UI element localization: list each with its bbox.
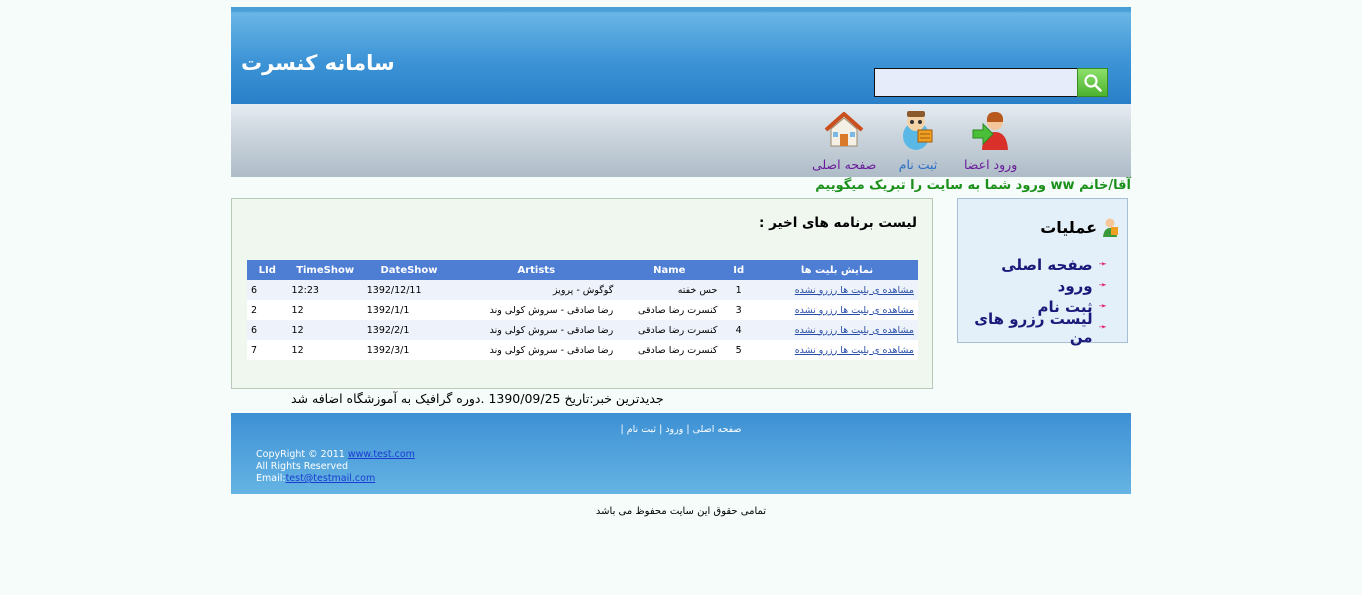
- col-header-id: Id: [721, 260, 757, 280]
- copyright-text: CopyRight © 2011: [256, 449, 345, 460]
- main-nav: ورود اعضا ثبت نام صفحه اصلی: [231, 104, 1131, 177]
- cell-date: 1392/12/11: [362, 280, 456, 300]
- copyright-site-link[interactable]: www.test.com: [348, 449, 415, 460]
- nav-member-login[interactable]: ورود اعضا: [964, 108, 1017, 172]
- view-unreserved-tickets-link[interactable]: مشاهده ی بلیت ها رزرو نشده: [795, 345, 914, 356]
- footer-link-login[interactable]: ورود: [665, 424, 683, 435]
- col-header-lid: LId: [247, 260, 288, 280]
- footer-links: صفحه اصلی | ورود | ثبت نام |: [231, 424, 1131, 435]
- cell-id: 4: [721, 320, 757, 340]
- email-line: Email:test@testmail.com: [256, 473, 415, 485]
- register-icon: [903, 111, 933, 150]
- cell-id: 5: [721, 340, 757, 360]
- page-container: سامانه کنسرت ورود اعضا ثبت نام صفحه اصلی…: [231, 7, 1131, 494]
- cell-name: حس خفته: [617, 280, 722, 300]
- operation-login-label: ورود: [1057, 276, 1093, 295]
- email-label: Email:: [256, 473, 286, 484]
- cell-artists: رضا صادقی - سروش کولی وند: [455, 300, 618, 320]
- latest-news: جدیدترین خبر:تاریخ 1390/09/25 .دوره گراف…: [291, 391, 664, 406]
- footer-separator: |: [683, 424, 690, 435]
- cell-artists: رضا صادقی - سروش کولی وند: [455, 340, 618, 360]
- nav-home[interactable]: صفحه اصلی: [812, 108, 876, 172]
- operation-my-reservations-label: لیست رزرو های من: [974, 309, 1093, 346]
- view-unreserved-tickets-link[interactable]: مشاهده ی بلیت ها رزرو نشده: [795, 325, 914, 336]
- cell-date: 1392/3/1: [362, 340, 456, 360]
- footer-link-home[interactable]: صفحه اصلی: [693, 424, 742, 435]
- nav-home-label: صفحه اصلی: [812, 157, 877, 172]
- operation-login[interactable]: ➛ ورود: [958, 275, 1107, 296]
- bullet-icon: ➛: [1098, 301, 1107, 312]
- cell-artists: گوگوش - پرویز: [455, 280, 618, 300]
- email-link[interactable]: test@testmail.com: [286, 473, 376, 484]
- cell-lid: 7: [247, 340, 288, 360]
- footer-separator: |: [656, 424, 663, 435]
- copyright-line: CopyRight © 2011 www.test.com: [256, 449, 415, 461]
- cell-time: 12: [287, 300, 363, 320]
- cell-lid: 2: [247, 300, 288, 320]
- cell-ticket-link[interactable]: مشاهده ی بلیت ها رزرو نشده: [756, 320, 918, 340]
- view-unreserved-tickets-link[interactable]: مشاهده ی بلیت ها رزرو نشده: [795, 305, 914, 316]
- copyright-block: CopyRight © 2011 www.test.com All Rights…: [256, 449, 415, 485]
- bullet-icon: ➛: [1098, 322, 1107, 333]
- operation-my-reservations[interactable]: ➛ لیست رزرو های من: [958, 310, 1107, 346]
- cell-id: 3: [721, 300, 757, 320]
- rights-reserved: All Rights Reserved: [256, 461, 348, 472]
- cell-date: 1392/2/1: [362, 320, 456, 340]
- table-header-row: نمایش بلیت ها Id Name Artists DateShow T…: [247, 260, 918, 280]
- home-icon: [824, 112, 864, 147]
- operations-title-text: عملیات: [1040, 217, 1097, 237]
- site-rights-notice: تمامی حقوق این سایت محفوظ می باشد: [595, 506, 767, 517]
- cell-ticket-link[interactable]: مشاهده ی بلیت ها رزرو نشده: [756, 340, 918, 360]
- view-unreserved-tickets-link[interactable]: مشاهده ی بلیت ها رزرو نشده: [795, 285, 914, 296]
- recent-programs-title: لیست برنامه های اخیر :: [758, 215, 917, 231]
- bullet-icon: ➛: [1098, 280, 1107, 291]
- search-button[interactable]: [1077, 68, 1108, 97]
- operations-panel: عملیات ➛ صفحه اصلی ➛ ورود ➛ ثبت نام ➛ لیست ر…: [957, 198, 1128, 346]
- table-row: مشاهده ی بلیت ها رزرو نشده 1 حس خفته گوگ…: [247, 280, 918, 300]
- cell-ticket-link[interactable]: مشاهده ی بلیت ها رزرو نشده: [756, 300, 918, 320]
- cell-time: 12: [287, 340, 363, 360]
- programs-table: نمایش بلیت ها Id Name Artists DateShow T…: [247, 260, 918, 360]
- cell-time: 12: [287, 320, 363, 340]
- site-title: سامانه کنسرت: [241, 51, 395, 75]
- bullet-icon: ➛: [1098, 259, 1107, 270]
- cell-name: کنسرت رضا صادقی: [617, 320, 722, 340]
- cell-date: 1392/1/1: [362, 300, 456, 320]
- operations-title: عملیات: [1040, 217, 1119, 237]
- operations-list: ➛ صفحه اصلی ➛ ورود ➛ ثبت نام ➛ لیست رزرو های…: [958, 254, 1107, 346]
- cell-time: 12:23: [287, 280, 363, 300]
- col-header-tickets: نمایش بلیت ها: [756, 260, 918, 280]
- recent-programs-panel: لیست برنامه های اخیر : نمایش بلیت ها Id …: [231, 198, 933, 389]
- table-row: مشاهده ی بلیت ها رزرو نشده 5 کنسرت رضا ص…: [247, 340, 918, 360]
- site-header: سامانه کنسرت: [231, 7, 1131, 104]
- cell-id: 1: [721, 280, 757, 300]
- col-header-timeshow: TimeShow: [287, 260, 363, 280]
- col-header-artists: Artists: [455, 260, 618, 280]
- footer-link-register[interactable]: ثبت نام: [627, 424, 656, 435]
- operation-home-label: صفحه اصلی: [1001, 255, 1093, 274]
- member-login-icon: [972, 112, 1008, 150]
- cell-lid: 6: [247, 320, 288, 340]
- cell-name: کنسرت رضا صادقی: [617, 300, 722, 320]
- footer-separator: |: [620, 424, 624, 435]
- col-header-dateshow: DateShow: [362, 260, 456, 280]
- user-operations-icon: [1103, 218, 1118, 237]
- nav-register-label: ثبت نام: [898, 157, 938, 172]
- cell-name: کنسرت رضا صادقی: [617, 340, 722, 360]
- nav-member-login-label: ورود اعضا: [964, 157, 1018, 172]
- operation-home[interactable]: ➛ صفحه اصلی: [958, 254, 1107, 275]
- site-footer: صفحه اصلی | ورود | ثبت نام | CopyRight ©…: [231, 413, 1131, 494]
- table-row: مشاهده ی بلیت ها رزرو نشده 4 کنسرت رضا ص…: [247, 320, 918, 340]
- col-header-name: Name: [617, 260, 722, 280]
- table-row: مشاهده ی بلیت ها رزرو نشده 3 کنسرت رضا ص…: [247, 300, 918, 320]
- nav-register[interactable]: ثبت نام: [896, 108, 940, 172]
- cell-lid: 6: [247, 280, 288, 300]
- magnifier-icon: [1083, 73, 1102, 92]
- welcome-message: آقا/خانم ww ورود شما به سایت را تبریک می…: [815, 178, 1131, 193]
- cell-ticket-link[interactable]: مشاهده ی بلیت ها رزرو نشده: [756, 280, 918, 300]
- search-input[interactable]: [874, 68, 1078, 97]
- cell-artists: رضا صادقی - سروش کولی وند: [455, 320, 618, 340]
